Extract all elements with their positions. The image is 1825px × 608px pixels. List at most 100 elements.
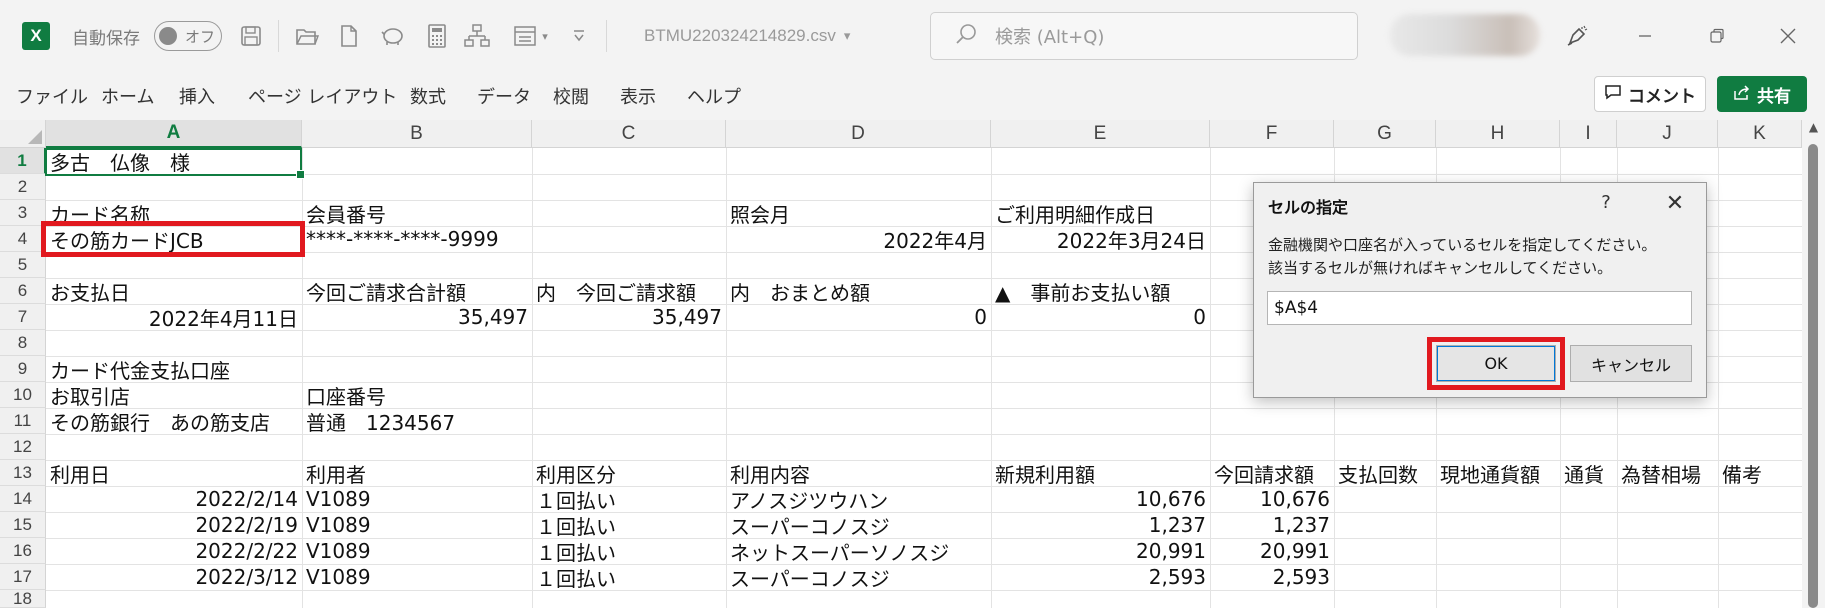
tab-page-layout[interactable]: ページ レイアウト bbox=[248, 82, 397, 110]
column-header-d[interactable]: D bbox=[726, 120, 991, 148]
row-header-17[interactable]: 17 bbox=[0, 564, 46, 590]
cell-f15[interactable]: 1,237 bbox=[1210, 512, 1334, 538]
column-header-a[interactable]: A bbox=[46, 120, 302, 148]
search-box[interactable]: 検索 (Alt+Q) bbox=[930, 12, 1358, 60]
cell-a17[interactable]: 2022/3/12 bbox=[46, 564, 302, 590]
scroll-up-icon[interactable]: ▲ bbox=[1806, 120, 1821, 140]
cell-b6[interactable]: 今回ご請求合計額 bbox=[302, 278, 532, 305]
cell-d7[interactable]: 0 bbox=[726, 304, 991, 330]
cell-d3[interactable]: 照会月 bbox=[726, 200, 991, 227]
cell-e13[interactable]: 新規利用額 bbox=[991, 460, 1210, 487]
row-header-6[interactable]: 6 bbox=[0, 278, 46, 304]
cell-a14[interactable]: 2022/2/14 bbox=[46, 486, 302, 512]
tab-home[interactable]: ホーム bbox=[101, 82, 154, 110]
column-header-h[interactable]: H bbox=[1436, 120, 1560, 148]
scrollbar-thumb[interactable] bbox=[1808, 144, 1818, 608]
cell-c15[interactable]: １回払い bbox=[532, 512, 726, 539]
row-header-7[interactable]: 7 bbox=[0, 304, 46, 330]
row-header-11[interactable]: 11 bbox=[0, 408, 46, 434]
cell-a15[interactable]: 2022/2/19 bbox=[46, 512, 302, 538]
cell-f13[interactable]: 今回請求額 bbox=[1210, 460, 1334, 487]
cell-d14[interactable]: アノスジツウハン bbox=[726, 486, 991, 513]
cell-c16[interactable]: １回払い bbox=[532, 538, 726, 565]
column-header-b[interactable]: B bbox=[302, 120, 532, 148]
cell-i13[interactable]: 通貨 bbox=[1560, 460, 1617, 487]
cell-e3[interactable]: ご利用明細作成日 bbox=[991, 200, 1210, 227]
account-avatar[interactable] bbox=[1390, 14, 1540, 56]
cell-c6[interactable]: 内 今回ご請求額 bbox=[532, 278, 726, 305]
cell-f17[interactable]: 2,593 bbox=[1210, 564, 1334, 590]
row-header-13[interactable]: 13 bbox=[0, 460, 46, 486]
cell-d13[interactable]: 利用内容 bbox=[726, 460, 991, 487]
row-header-5[interactable]: 5 bbox=[0, 252, 46, 278]
cell-g13[interactable]: 支払回数 bbox=[1334, 460, 1436, 487]
cell-e14[interactable]: 10,676 bbox=[991, 486, 1210, 512]
cell-e7[interactable]: 0 bbox=[991, 304, 1210, 330]
cell-b7[interactable]: 35,497 bbox=[302, 304, 532, 330]
share-button[interactable]: 共有 bbox=[1717, 76, 1807, 112]
cell-e15[interactable]: 1,237 bbox=[991, 512, 1210, 538]
cell-a16[interactable]: 2022/2/22 bbox=[46, 538, 302, 564]
column-header-g[interactable]: G bbox=[1334, 120, 1436, 148]
column-header-i[interactable]: I bbox=[1560, 120, 1617, 148]
file-name[interactable]: BTMU220324214829.csv ▾ bbox=[644, 22, 850, 50]
cell-c13[interactable]: 利用区分 bbox=[532, 460, 726, 487]
restore-icon[interactable] bbox=[1697, 18, 1737, 54]
help-icon[interactable]: ? bbox=[1594, 189, 1618, 215]
row-header-15[interactable]: 15 bbox=[0, 512, 46, 538]
tab-data[interactable]: データ bbox=[477, 82, 531, 110]
cell-a9[interactable]: カード代金支払口座 bbox=[46, 356, 302, 383]
tab-insert[interactable]: 挿入 bbox=[179, 82, 215, 110]
row-header-2[interactable]: 2 bbox=[0, 174, 46, 200]
org-chart-icon[interactable] bbox=[462, 21, 492, 51]
autosave-toggle[interactable]: オフ bbox=[154, 21, 222, 51]
cell-b13[interactable]: 利用者 bbox=[302, 460, 532, 487]
row-header-8[interactable]: 8 bbox=[0, 330, 46, 356]
row-header-12[interactable]: 12 bbox=[0, 434, 46, 460]
cell-f14[interactable]: 10,676 bbox=[1210, 486, 1334, 512]
open-folder-icon[interactable] bbox=[292, 21, 322, 51]
close-icon[interactable] bbox=[1768, 18, 1808, 54]
tab-formulas[interactable]: 数式 bbox=[410, 82, 446, 110]
cell-c14[interactable]: １回払い bbox=[532, 486, 726, 513]
row-header-9[interactable]: 9 bbox=[0, 356, 46, 382]
cell-f16[interactable]: 20,991 bbox=[1210, 538, 1334, 564]
cell-j13[interactable]: 為替相場 bbox=[1617, 460, 1718, 487]
row-header-10[interactable]: 10 bbox=[0, 382, 46, 408]
cell-b4[interactable]: ****-****-****-9999 bbox=[302, 226, 532, 252]
cell-a10[interactable]: お取引店 bbox=[46, 382, 302, 409]
cell-e6[interactable]: ▲ 事前お支払い額 bbox=[991, 278, 1210, 305]
cell-k13[interactable]: 備考 bbox=[1718, 460, 1802, 487]
tab-review[interactable]: 校閲 bbox=[553, 82, 589, 110]
comment-button[interactable]: コメント bbox=[1594, 76, 1706, 112]
dialog-close-icon[interactable]: ✕ bbox=[1659, 189, 1691, 217]
cancel-button[interactable]: キャンセル bbox=[1570, 345, 1692, 382]
cell-d4[interactable]: 2022年4月 bbox=[726, 226, 991, 253]
save-icon[interactable] bbox=[236, 21, 266, 51]
cell-e17[interactable]: 2,593 bbox=[991, 564, 1210, 590]
cell-b15[interactable]: V1089 bbox=[302, 512, 532, 538]
column-header-j[interactable]: J bbox=[1617, 120, 1718, 148]
customize-toolbar-icon[interactable] bbox=[564, 21, 594, 51]
column-header-e[interactable]: E bbox=[991, 120, 1210, 148]
row-header-1[interactable]: 1 bbox=[0, 148, 46, 174]
row-header-16[interactable]: 16 bbox=[0, 538, 46, 564]
pen-icon[interactable] bbox=[1557, 18, 1597, 54]
cell-b14[interactable]: V1089 bbox=[302, 486, 532, 512]
vertical-scrollbar[interactable]: ▲ bbox=[1802, 120, 1825, 608]
tab-file[interactable]: ファイル bbox=[16, 82, 88, 110]
cell-a7[interactable]: 2022年4月11日 bbox=[46, 304, 302, 331]
cell-b17[interactable]: V1089 bbox=[302, 564, 532, 590]
cell-c17[interactable]: １回払い bbox=[532, 564, 726, 591]
select-all-button[interactable] bbox=[0, 120, 46, 148]
row-header-3[interactable]: 3 bbox=[0, 200, 46, 226]
new-file-icon[interactable] bbox=[334, 21, 364, 51]
cell-reference-input[interactable]: $A$4 bbox=[1267, 291, 1692, 325]
cell-e4[interactable]: 2022年3月24日 bbox=[991, 226, 1210, 253]
cell-d15[interactable]: スーパーコノスジ bbox=[726, 512, 991, 539]
cell-e16[interactable]: 20,991 bbox=[991, 538, 1210, 564]
tab-view[interactable]: 表示 bbox=[620, 82, 656, 110]
cell-a11[interactable]: その筋銀行 あの筋支店 bbox=[46, 408, 302, 435]
piggy-bank-icon[interactable] bbox=[378, 21, 408, 51]
cell-a13[interactable]: 利用日 bbox=[46, 460, 302, 487]
